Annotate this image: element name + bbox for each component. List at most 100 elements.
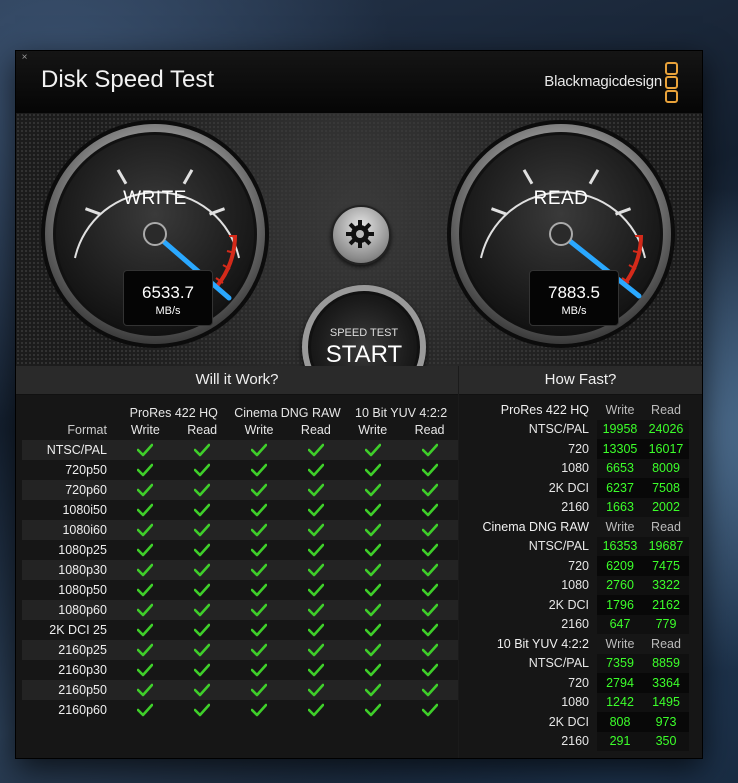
compatibility-cell bbox=[287, 700, 345, 720]
format-label: 1080p30 bbox=[22, 560, 117, 580]
compatibility-cell bbox=[116, 500, 174, 520]
section-header-row: Cinema DNG RAW Write Read bbox=[465, 517, 689, 537]
write-fps-value: 6653 bbox=[597, 458, 643, 478]
compatibility-cell bbox=[173, 520, 231, 540]
write-fps-value: 1242 bbox=[597, 692, 643, 712]
compatibility-cell bbox=[401, 560, 458, 580]
compatibility-cell bbox=[173, 500, 231, 520]
table-row: 1080p30 bbox=[22, 560, 458, 580]
table-row: 2160 291 350 bbox=[465, 731, 689, 751]
table-row: 2K DCI 808 973 bbox=[465, 712, 689, 732]
compatibility-cell bbox=[173, 600, 231, 620]
write-fps-value: 16353 bbox=[597, 536, 643, 556]
compatibility-cell bbox=[344, 500, 402, 520]
title-bar: × Disk Speed Test Blackmagicdesign bbox=[16, 51, 702, 113]
read-fps-value: 8859 bbox=[643, 653, 689, 673]
check-icon bbox=[364, 443, 381, 456]
format-label: 2160p30 bbox=[22, 660, 117, 680]
check-icon bbox=[251, 443, 268, 456]
gauge-area: WRITE 6533.7 MB/s SPEED TEST START READ … bbox=[16, 113, 702, 409]
read-fps-value: 19687 bbox=[643, 536, 689, 556]
format-label: 1080p50 bbox=[22, 580, 117, 600]
subheader-read: Read bbox=[187, 423, 218, 437]
compatibility-cell bbox=[116, 660, 174, 680]
check-icon bbox=[307, 623, 324, 636]
compatibility-cell bbox=[344, 520, 402, 540]
how-fast-panel: How Fast? ProRes 422 HQ Write Read NTSC/PAL… bbox=[459, 366, 702, 758]
section-header-row: ProRes 422 HQ Write Read bbox=[465, 400, 689, 420]
read-fps-value: 2002 bbox=[643, 497, 689, 517]
check-icon bbox=[137, 563, 154, 576]
compatibility-cell bbox=[173, 680, 231, 700]
column-write: Write bbox=[605, 636, 635, 651]
compatibility-cell bbox=[173, 640, 231, 660]
table-row: NTSC/PAL bbox=[22, 440, 458, 460]
check-icon bbox=[364, 523, 381, 536]
check-icon bbox=[137, 463, 154, 476]
check-icon bbox=[364, 663, 381, 676]
check-icon bbox=[364, 463, 381, 476]
check-icon bbox=[421, 683, 438, 696]
compatibility-cell bbox=[401, 600, 458, 620]
compatibility-cell bbox=[344, 660, 402, 680]
check-icon bbox=[307, 663, 324, 676]
compatibility-cell bbox=[173, 580, 231, 600]
compatibility-cell bbox=[230, 500, 288, 520]
check-icon bbox=[137, 503, 154, 516]
compatibility-cell bbox=[401, 480, 458, 500]
check-icon bbox=[137, 483, 154, 496]
compatibility-cell bbox=[173, 460, 231, 480]
compatibility-cell bbox=[287, 640, 345, 660]
check-icon bbox=[307, 703, 324, 716]
table-row: 720p50 bbox=[22, 460, 458, 480]
check-icon bbox=[251, 583, 268, 596]
compatibility-cell bbox=[230, 540, 288, 560]
compatibility-cell bbox=[287, 620, 345, 640]
compatibility-cell bbox=[287, 520, 345, 540]
write-fps-value: 291 bbox=[597, 731, 643, 751]
write-fps-value: 808 bbox=[597, 712, 643, 732]
compatibility-cell bbox=[116, 700, 174, 720]
compatibility-cell bbox=[344, 680, 402, 700]
check-icon bbox=[251, 643, 268, 656]
check-icon bbox=[137, 603, 154, 616]
read-fps-value: 3322 bbox=[643, 575, 689, 595]
compatibility-cell bbox=[287, 560, 345, 580]
column-read: Read bbox=[651, 519, 681, 534]
read-fps-value: 1495 bbox=[643, 692, 689, 712]
write-fps-value: 7359 bbox=[597, 653, 643, 673]
write-gauge: WRITE 6533.7 MB/s bbox=[39, 118, 271, 350]
check-icon bbox=[421, 463, 438, 476]
check-icon bbox=[364, 483, 381, 496]
check-icon bbox=[421, 703, 438, 716]
settings-button[interactable] bbox=[331, 205, 391, 265]
read-fps-value: 779 bbox=[643, 614, 689, 634]
check-icon bbox=[364, 623, 381, 636]
compatibility-cell bbox=[287, 580, 345, 600]
check-icon bbox=[307, 503, 324, 516]
check-icon bbox=[251, 603, 268, 616]
column-read: Read bbox=[651, 636, 681, 651]
read-fps-value: 3364 bbox=[643, 673, 689, 693]
resolution-label: 1080 bbox=[561, 578, 589, 593]
close-icon[interactable]: × bbox=[19, 52, 30, 63]
check-icon bbox=[421, 603, 438, 616]
compatibility-cell bbox=[173, 700, 231, 720]
resolution-label: 2K DCI bbox=[548, 714, 589, 729]
format-label: 2160p50 bbox=[22, 680, 117, 700]
compatibility-cell bbox=[401, 620, 458, 640]
check-icon bbox=[194, 663, 211, 676]
table-row: 1080i50 bbox=[22, 500, 458, 520]
check-icon bbox=[307, 523, 324, 536]
brand-logo-icon bbox=[665, 62, 679, 104]
compatibility-cell bbox=[230, 440, 288, 460]
compatibility-cell bbox=[230, 580, 288, 600]
resolution-label: NTSC/PAL bbox=[528, 656, 589, 671]
app-title: Disk Speed Test bbox=[41, 66, 214, 93]
check-icon bbox=[251, 543, 268, 556]
compatibility-cell bbox=[116, 640, 174, 660]
table-row: 1080 6653 8009 bbox=[465, 458, 689, 478]
check-icon bbox=[194, 543, 211, 556]
resolution-label: 720 bbox=[568, 441, 589, 456]
table-row: 2K DCI 1796 2162 bbox=[465, 595, 689, 615]
